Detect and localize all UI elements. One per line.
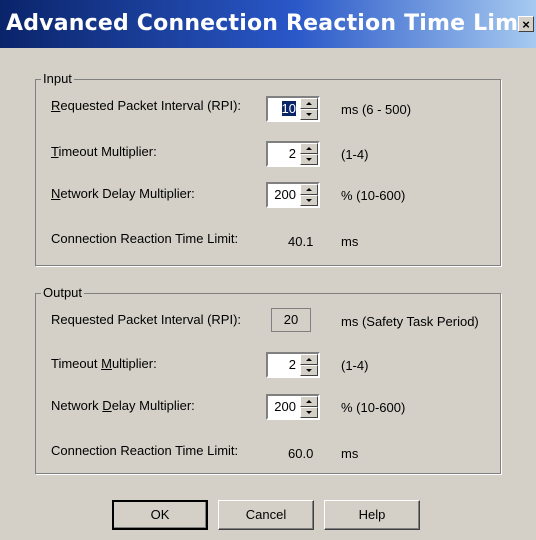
input-timeout-label-text: imeout Multiplier:: [58, 144, 157, 159]
input-rpi-label-text: equested Packet Interval (RPI):: [60, 98, 242, 113]
input-timeout-up-arrow-icon[interactable]: [300, 143, 318, 154]
cancel-button[interactable]: Cancel: [218, 500, 314, 530]
output-delay-range: % (10-600): [341, 400, 406, 415]
input-rpi-label: Requested Packet Interval (RPI):: [51, 98, 242, 113]
input-limit-label: Connection Reaction Time Limit:: [51, 231, 239, 246]
input-delay-label: Network Delay Multiplier:: [51, 186, 195, 201]
output-rpi-value: 20: [271, 308, 311, 332]
output-timeout-spinner[interactable]: 2: [266, 352, 320, 378]
input-delay-up-arrow-icon[interactable]: [300, 184, 318, 195]
input-timeout-range: (1-4): [341, 147, 369, 162]
output-limit-label: Connection Reaction Time Limit:: [51, 443, 239, 458]
input-rpi-spinner[interactable]: 10: [266, 96, 320, 122]
output-timeout-up-arrow-icon[interactable]: [300, 354, 318, 365]
output-legend: Output: [43, 285, 83, 300]
help-button[interactable]: Help: [324, 500, 420, 530]
input-delay-down-arrow-icon[interactable]: [300, 195, 318, 206]
output-timeout-label: Timeout Multiplier:: [51, 356, 157, 371]
input-group: Input Requested Packet Interval (RPI): 1…: [35, 72, 501, 266]
input-delay-spinner[interactable]: 200: [266, 182, 320, 208]
input-delay-range: % (10-600): [341, 188, 406, 203]
close-button[interactable]: ×: [518, 16, 534, 32]
output-group: Output Requested Packet Interval (RPI): …: [35, 286, 501, 474]
input-delay-value[interactable]: 200: [270, 184, 298, 206]
input-rpi-up-arrow-icon[interactable]: [300, 98, 318, 109]
input-timeout-down-arrow-icon[interactable]: [300, 154, 318, 165]
output-delay-label: Network Delay Multiplier:: [51, 398, 195, 413]
output-delay-up-arrow-icon[interactable]: [300, 396, 318, 407]
output-limit-unit: ms: [341, 446, 359, 461]
output-limit-value: 60.0: [288, 446, 314, 461]
input-timeout-label: Timeout Multiplier:: [51, 144, 157, 159]
output-delay-value[interactable]: 200: [270, 396, 298, 418]
output-timeout-value[interactable]: 2: [270, 354, 298, 376]
window-title: Advanced Connection Reaction Time Lim...: [6, 11, 536, 36]
output-rpi-label: Requested Packet Interval (RPI):: [51, 312, 242, 327]
input-rpi-down-arrow-icon[interactable]: [300, 109, 318, 120]
input-timeout-spinner[interactable]: 2: [266, 141, 320, 167]
input-rpi-range: ms (6 - 500): [341, 102, 412, 117]
input-delay-label-text: etwork Delay Multiplier:: [60, 186, 195, 201]
output-delay-spinner[interactable]: 200: [266, 394, 320, 420]
dialog-body: Input Requested Packet Interval (RPI): 1…: [0, 48, 536, 540]
output-timeout-down-arrow-icon[interactable]: [300, 365, 318, 376]
output-timeout-range: (1-4): [341, 358, 369, 373]
ok-button[interactable]: OK: [112, 500, 208, 530]
input-legend: Input: [43, 71, 72, 86]
output-rpi-range: ms (Safety Task Period): [341, 314, 479, 329]
output-delay-down-arrow-icon[interactable]: [300, 407, 318, 418]
title-bar: Advanced Connection Reaction Time Lim...…: [0, 0, 536, 48]
input-limit-value: 40.1: [288, 234, 314, 249]
input-limit-unit: ms: [341, 234, 359, 249]
input-timeout-value[interactable]: 2: [270, 143, 298, 165]
input-rpi-value[interactable]: 10: [270, 98, 298, 120]
